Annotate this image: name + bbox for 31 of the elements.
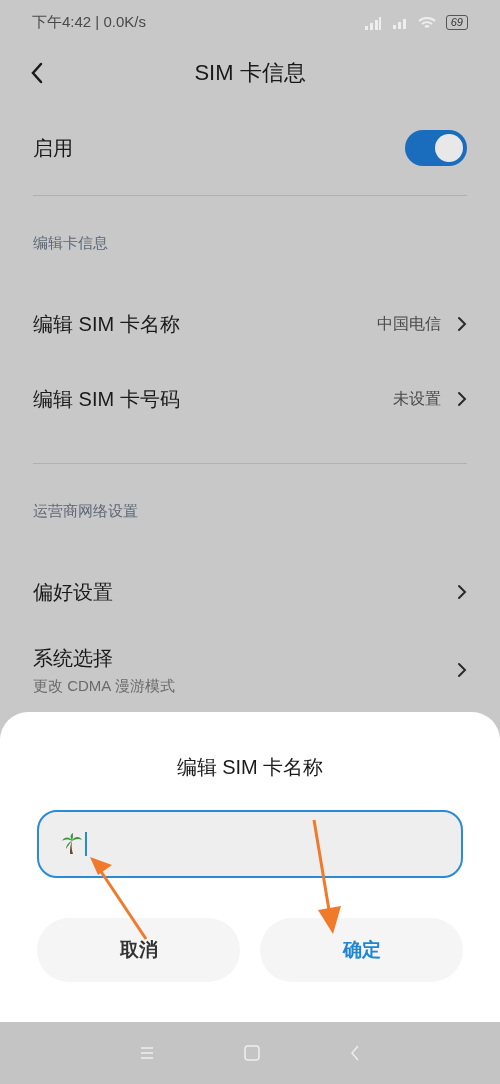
settings-row[interactable]: 偏好设置 xyxy=(0,554,500,629)
back-icon[interactable] xyxy=(30,61,44,84)
confirm-button[interactable]: 确定 xyxy=(260,918,463,982)
name-input-field[interactable] xyxy=(37,810,463,878)
chevron-right-icon xyxy=(457,390,467,407)
section-header: 运营商网络设置 xyxy=(33,500,138,521)
row-label: 系统选择 xyxy=(33,645,114,671)
cancel-button[interactable]: 取消 xyxy=(37,918,240,982)
status-time: 下午4:42 | 0.0K/s xyxy=(32,12,146,33)
row-label: 编辑 SIM 卡名称 xyxy=(33,311,180,337)
section-header: 编辑卡信息 xyxy=(33,232,108,253)
settings-row[interactable]: 编辑 SIM 卡号码 未设置 xyxy=(0,361,500,436)
palm-tree-icon xyxy=(61,833,83,855)
row-label: 偏好设置 xyxy=(33,579,113,605)
chevron-right-icon xyxy=(457,315,467,332)
page-title: SIM 卡信息 xyxy=(194,59,306,87)
setting-label: 启用 xyxy=(33,135,73,161)
row-label: 编辑 SIM 卡号码 xyxy=(33,386,180,412)
toggle-switch[interactable] xyxy=(405,129,467,166)
row-subtitle: 更改 CDMA 漫游模式 xyxy=(33,675,175,696)
wifi-icon xyxy=(417,15,436,30)
chevron-right-icon xyxy=(457,583,467,600)
settings-row[interactable]: 编辑 SIM 卡名称 中国电信 xyxy=(0,286,500,361)
chevron-right-icon xyxy=(457,662,467,678)
battery-level: 69 xyxy=(450,17,463,28)
row-value: 中国电信 xyxy=(377,313,441,334)
signal-icon xyxy=(391,16,408,29)
settings-row[interactable]: 系统选择 更改 CDMA 漫游模式 xyxy=(0,629,500,711)
row-value: 未设置 xyxy=(393,388,441,409)
dialog-title: 编辑 SIM 卡名称 xyxy=(176,755,324,780)
signal-icon xyxy=(363,15,382,30)
